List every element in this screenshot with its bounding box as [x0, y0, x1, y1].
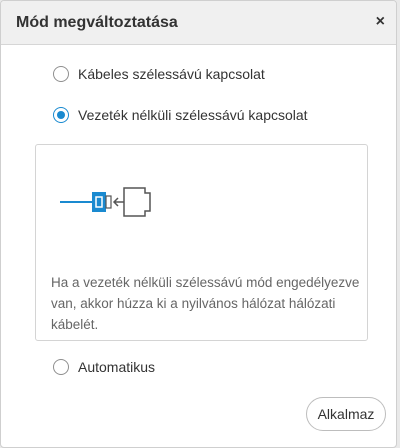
- plug-tab: [105, 195, 112, 209]
- dialog-header: Mód megváltoztatása ×: [1, 1, 396, 45]
- plug-body: [92, 192, 106, 212]
- info-text: Ha a vezeték nélküli szélessávú mód enge…: [51, 275, 360, 332]
- option-wired-label: Kábeles szélessávú kapcsolat: [78, 66, 265, 82]
- option-automatic[interactable]: Automatikus: [53, 359, 155, 375]
- change-mode-dialog: Mód megváltoztatása × Kábeles szélessávú…: [0, 0, 397, 448]
- option-wired[interactable]: Kábeles szélessávú kapcsolat: [53, 66, 265, 82]
- option-wireless[interactable]: Vezeték nélküli szélessávú kapcsolat: [53, 107, 308, 123]
- option-wireless-label: Vezeték nélküli szélessávú kapcsolat: [78, 107, 308, 123]
- radio-wired[interactable]: [53, 66, 69, 82]
- ethernet-port: [123, 187, 151, 217]
- info-panel: Ha a vezeték nélküli szélessávú mód enge…: [35, 144, 368, 341]
- close-icon[interactable]: ×: [376, 13, 385, 31]
- radio-automatic[interactable]: [53, 359, 69, 375]
- unplug-ethernet-cable-icon: [60, 187, 151, 217]
- radio-wireless[interactable]: [53, 107, 69, 123]
- option-automatic-label: Automatikus: [78, 359, 156, 375]
- dialog-title: Mód megváltoztatása: [16, 14, 178, 31]
- apply-button[interactable]: Alkalmaz: [306, 397, 386, 431]
